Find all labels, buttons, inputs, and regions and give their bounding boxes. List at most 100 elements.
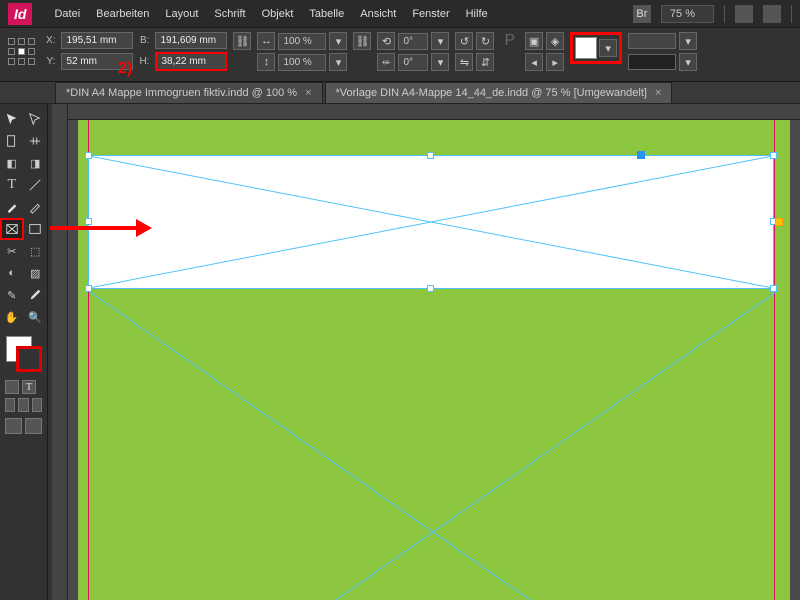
content-grabber[interactable] <box>637 151 645 159</box>
screen-mode-icon[interactable] <box>735 5 753 23</box>
select-content-icon[interactable]: ◈ <box>546 32 564 50</box>
direct-selection-tool[interactable] <box>24 108 48 130</box>
content-placer-tool[interactable]: ◨ <box>24 152 48 174</box>
rectangle-frame[interactable] <box>88 155 774 289</box>
reference-point-proxy[interactable] <box>8 38 40 70</box>
menu-object[interactable]: Objekt <box>262 8 294 20</box>
selection-tool[interactable] <box>0 108 24 130</box>
stroke-color[interactable] <box>16 346 42 372</box>
ruler-vertical[interactable] <box>52 104 68 600</box>
apply-none-icon[interactable] <box>32 398 42 412</box>
apply-color-icon[interactable] <box>5 398 15 412</box>
document-tab[interactable]: *Vorlage DIN A4-Mappe 14_44_de.indd @ 75… <box>325 82 673 103</box>
pen-tool[interactable] <box>0 196 24 218</box>
shear-icon: ⬰ <box>377 53 395 71</box>
arrange-docs-icon[interactable] <box>763 5 781 23</box>
formatting-container-icon[interactable] <box>5 380 19 394</box>
menu-file[interactable]: Datei <box>54 8 80 20</box>
handle[interactable] <box>427 285 434 292</box>
live-corner[interactable] <box>775 218 783 226</box>
fill-dropdown-icon[interactable]: ▾ <box>599 39 617 57</box>
handle[interactable] <box>770 152 777 159</box>
stroke-style-field[interactable] <box>628 54 676 70</box>
menu-help[interactable]: Hilfe <box>466 8 488 20</box>
flip-h-icon[interactable]: ⇋ <box>455 53 473 71</box>
tab-label: *Vorlage DIN A4-Mappe 14_44_de.indd @ 75… <box>336 87 647 99</box>
dropdown-icon[interactable]: ▾ <box>329 32 347 50</box>
constrain-scale-icon[interactable]: ⛓ <box>353 32 371 50</box>
gap-tool[interactable] <box>24 130 48 152</box>
rectangle-tool[interactable] <box>24 218 47 240</box>
preview-view-icon[interactable] <box>25 418 42 434</box>
fill-stroke-proxy[interactable] <box>6 336 42 372</box>
bridge-icon[interactable]: Br <box>633 5 651 23</box>
width-field[interactable] <box>155 32 227 49</box>
document-tab[interactable]: *DIN A4 Mappe Immogruen fiktiv.indd @ 10… <box>55 82 323 103</box>
shear-field[interactable] <box>398 54 428 71</box>
handle[interactable] <box>427 152 434 159</box>
close-icon[interactable]: × <box>305 87 311 99</box>
handle[interactable] <box>85 152 92 159</box>
height-field[interactable] <box>155 52 227 71</box>
handle[interactable] <box>85 285 92 292</box>
line-tool[interactable] <box>24 174 48 196</box>
menu-window[interactable]: Fenster <box>412 8 449 20</box>
divider <box>724 5 725 23</box>
scale-x-field[interactable] <box>278 33 326 50</box>
guide[interactable] <box>774 120 775 600</box>
canvas[interactable] <box>68 120 800 600</box>
select-prev-icon[interactable]: ◂ <box>525 53 543 71</box>
eyedropper-tool[interactable] <box>24 284 48 306</box>
menu-layout[interactable]: Layout <box>165 8 198 20</box>
type-tool[interactable]: T <box>0 174 24 196</box>
menu-view[interactable]: Ansicht <box>360 8 396 20</box>
zoom-tool[interactable]: 🔍 <box>24 306 48 328</box>
select-container-icon[interactable]: ▣ <box>525 32 543 50</box>
menu-table[interactable]: Tabelle <box>309 8 344 20</box>
apply-gradient-icon[interactable] <box>18 398 28 412</box>
content-collector-tool[interactable]: ◧ <box>0 152 24 174</box>
dropdown-icon[interactable]: ▾ <box>679 32 697 50</box>
app-logo: Id <box>8 3 32 25</box>
flip-v-icon[interactable]: ⇵ <box>476 53 494 71</box>
zoom-level-dropdown[interactable]: 75 % <box>661 5 714 23</box>
close-icon[interactable]: × <box>655 87 661 99</box>
rotate-ccw-icon[interactable]: ↺ <box>455 32 473 50</box>
gradient-feather-tool[interactable]: ▨ <box>24 262 48 284</box>
stroke-weight-field[interactable] <box>628 33 676 49</box>
dropdown-icon[interactable]: ▾ <box>329 53 347 71</box>
rotation-field[interactable] <box>398 33 428 50</box>
rectangle-frame-tool[interactable] <box>0 218 24 240</box>
handle[interactable] <box>85 218 92 225</box>
fill-swatch[interactable] <box>575 37 597 59</box>
gradient-swatch-tool[interactable]: ◐ <box>0 262 24 284</box>
handle[interactable] <box>770 285 777 292</box>
dropdown-icon[interactable]: ▾ <box>431 32 449 50</box>
menu-edit[interactable]: Bearbeiten <box>96 8 149 20</box>
page-tool[interactable] <box>0 130 24 152</box>
frame-diagonal <box>88 290 800 600</box>
tab-label: *DIN A4 Mappe Immogruen fiktiv.indd @ 10… <box>66 87 297 99</box>
normal-view-icon[interactable] <box>5 418 22 434</box>
hand-tool[interactable]: ✋ <box>0 306 24 328</box>
scale-y-field[interactable] <box>278 54 326 71</box>
x-label: X: <box>46 35 55 46</box>
menu-type[interactable]: Schrift <box>214 8 245 20</box>
constrain-wh-icon[interactable]: ⛓ <box>233 32 251 50</box>
document-tab-bar: *DIN A4 Mappe Immogruen fiktiv.indd @ 10… <box>0 82 800 104</box>
menu-bar: Id Datei Bearbeiten Layout Schrift Objek… <box>0 0 800 28</box>
free-transform-tool[interactable]: ⬚ <box>24 240 48 262</box>
ruler-horizontal[interactable] <box>68 104 800 120</box>
note-tool[interactable]: ✎ <box>0 284 24 306</box>
select-next-icon[interactable]: ▸ <box>546 53 564 71</box>
scale-x-icon: ↔ <box>257 32 275 50</box>
rotate-cw-icon[interactable]: ↻ <box>476 32 494 50</box>
scissors-tool[interactable]: ✂ <box>0 240 24 262</box>
dropdown-icon[interactable]: ▾ <box>431 53 449 71</box>
page[interactable] <box>78 120 790 600</box>
x-field[interactable] <box>61 32 133 49</box>
formatting-text-icon[interactable]: T <box>22 380 36 394</box>
dropdown-icon[interactable]: ▾ <box>679 53 697 71</box>
pencil-tool[interactable] <box>24 196 48 218</box>
h-label: H: <box>139 56 149 67</box>
